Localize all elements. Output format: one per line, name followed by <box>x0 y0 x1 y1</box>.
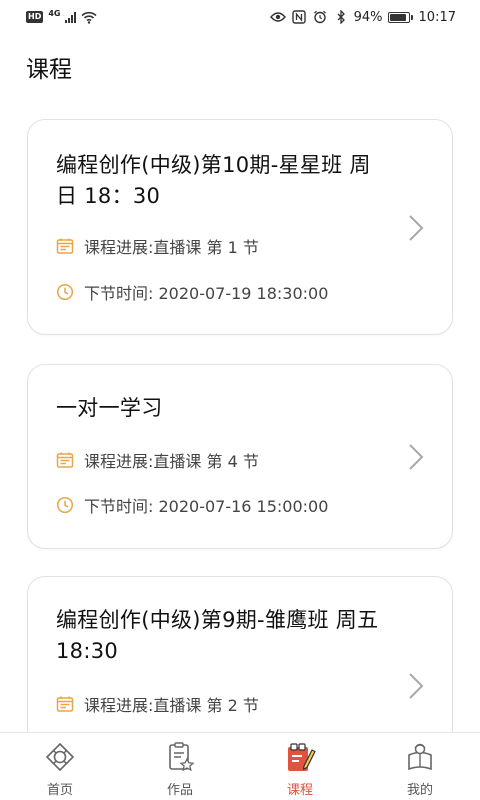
tab-profile[interactable]: 我的 <box>360 733 480 800</box>
course-card[interactable]: 编程创作(中级)第10期-星星班 周日 18：30 课程进展:直播课 第 1 节… <box>27 119 453 335</box>
eye-icon <box>269 9 286 25</box>
next-time-row: 下节时间: 2020-07-19 18:30:00 <box>56 280 328 304</box>
hd-badge: HD <box>26 11 44 23</box>
battery-icon <box>387 11 413 23</box>
status-right: 94% 10:17 <box>269 9 456 25</box>
clock-icon <box>56 496 74 514</box>
tab-label: 课程 <box>286 783 313 798</box>
works-icon <box>163 740 197 774</box>
course-title: 一对一学习 <box>56 396 163 420</box>
course-progress-row: 课程进展:直播课 第 2 节 <box>56 692 259 716</box>
next-time: 下节时间: 2020-07-19 18:30:00 <box>84 284 329 303</box>
signal-icon <box>65 11 77 23</box>
nfc-icon <box>291 9 307 25</box>
alarm-icon <box>312 9 328 25</box>
wifi-icon <box>81 9 98 25</box>
clock-icon <box>56 283 74 301</box>
chevron-right-icon[interactable] <box>406 213 426 243</box>
bottom-tab-bar: 首页 作品 课程 我的 <box>0 732 480 800</box>
home-icon <box>43 740 77 774</box>
network-type: 4G <box>48 8 61 18</box>
tab-works[interactable]: 作品 <box>120 733 240 800</box>
calendar-icon <box>56 451 74 469</box>
course-progress-row: 课程进展:直播课 第 1 节 <box>56 234 259 258</box>
chevron-right-icon[interactable] <box>406 442 426 472</box>
bluetooth-icon <box>333 9 349 25</box>
tab-course[interactable]: 课程 <box>240 733 360 800</box>
calendar-icon <box>56 695 74 713</box>
tab-home[interactable]: 首页 <box>0 733 120 800</box>
next-time: 下节时间: 2020-07-16 15:00:00 <box>84 497 329 516</box>
status-bar: HD 4G 94% 10:17 <box>0 0 480 34</box>
profile-icon <box>403 740 437 774</box>
tab-label: 我的 <box>406 783 433 798</box>
course-icon <box>283 740 317 774</box>
tab-label: 首页 <box>46 783 73 798</box>
calendar-icon <box>56 237 74 255</box>
chevron-right-icon[interactable] <box>406 671 426 701</box>
next-time-row: 下节时间: 2020-07-16 15:00:00 <box>56 493 328 517</box>
course-progress: 课程进展:直播课 第 4 节 <box>84 452 259 471</box>
status-left: HD 4G <box>26 8 98 25</box>
course-title: 编程创作(中级)第10期-星星班 周日 18：30 <box>56 153 371 208</box>
battery-percent: 94% <box>353 9 383 25</box>
course-progress: 课程进展:直播课 第 1 节 <box>84 238 259 257</box>
course-progress-row: 课程进展:直播课 第 4 节 <box>56 448 259 472</box>
course-card[interactable]: 一对一学习 课程进展:直播课 第 4 节 下节时间: 2020-07-16 15… <box>27 364 453 549</box>
course-progress: 课程进展:直播课 第 2 节 <box>84 696 259 715</box>
page-title: 课程 <box>26 57 72 83</box>
tab-label: 作品 <box>166 783 193 798</box>
clock-time: 10:17 <box>418 9 456 25</box>
course-title: 编程创作(中级)第9期-雏鹰班 周五 18:30 <box>56 608 379 663</box>
